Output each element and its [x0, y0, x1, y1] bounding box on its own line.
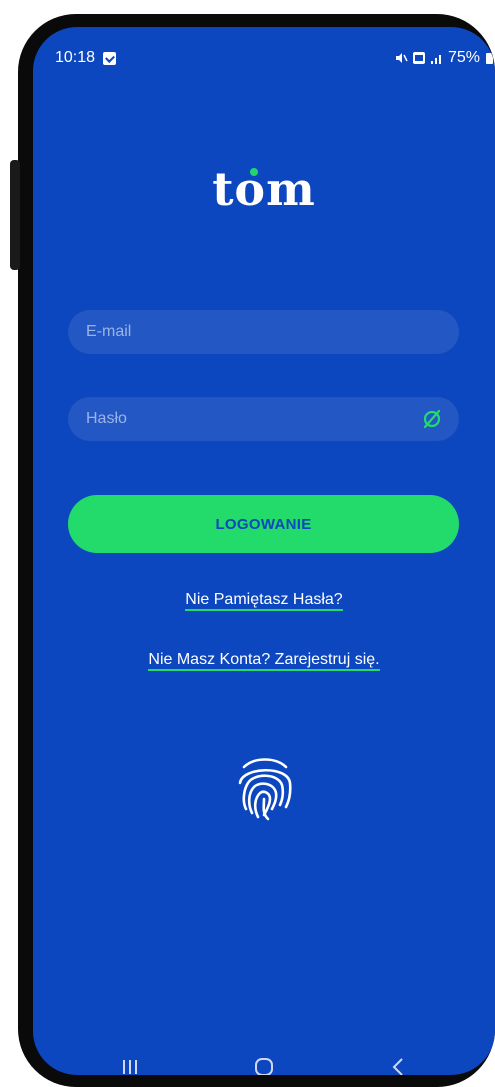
forgot-password-link[interactable]: Nie Pamiętasz Hasła? [33, 591, 495, 611]
back-icon [392, 1058, 403, 1075]
logo-text: tom [212, 162, 316, 216]
register-link[interactable]: Nie Masz Konta? Zarejestruj się. [33, 651, 495, 671]
phone-side-button [10, 160, 20, 270]
home-icon [255, 1058, 273, 1075]
forgot-password-label[interactable]: Nie Pamiętasz Hasła? [185, 591, 343, 611]
register-label[interactable]: Nie Masz Konta? Zarejestruj się. [148, 651, 380, 671]
app-logo: tom [33, 162, 495, 216]
battery-icon [486, 52, 493, 64]
signal-icon [430, 55, 441, 64]
fingerprint-icon[interactable] [234, 753, 296, 823]
password-input[interactable] [84, 409, 421, 429]
home-button[interactable] [244, 1052, 284, 1075]
notification-icon [103, 51, 117, 65]
mute-icon [395, 53, 408, 63]
recent-apps-button[interactable] [110, 1052, 150, 1075]
5g-data-icon [412, 52, 425, 64]
status-right: 75% [394, 49, 495, 67]
status-left: 10:18 [55, 49, 117, 67]
login-button[interactable]: LOGOWANIE [68, 495, 459, 553]
status-bar: 10:18 75% [55, 44, 495, 72]
logo-wrap: tom [212, 162, 316, 216]
battery-percent: 75% [447, 49, 480, 66]
email-field[interactable] [68, 310, 459, 354]
login-screen: 10:18 75% tom E-mail LOGOWANIE Nie Pamię… [33, 27, 495, 1075]
email-input[interactable] [84, 322, 443, 342]
eye-off-icon[interactable] [421, 408, 443, 430]
status-time: 10:18 [55, 49, 96, 66]
navigation-bar [33, 1047, 495, 1075]
password-field[interactable] [68, 397, 459, 441]
back-button[interactable] [378, 1052, 418, 1075]
recent-apps-icon [123, 1060, 137, 1074]
